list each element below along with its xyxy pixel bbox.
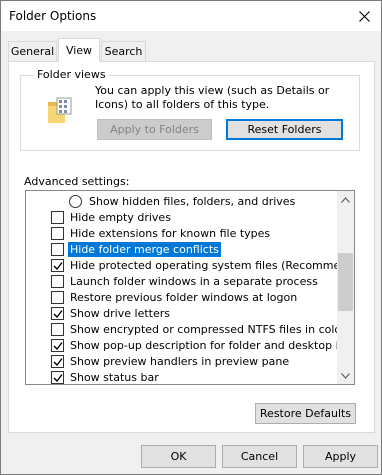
list-item-label: Launch folder windows in a separate proc… — [70, 275, 318, 288]
list-item-show-hidden[interactable]: Show hidden files, folders, and drives — [26, 193, 338, 210]
list-item-show-encrypted-color[interactable]: Show encrypted or compressed NTFS files … — [26, 321, 346, 338]
list-item-label: Show preview handlers in preview pane — [70, 355, 290, 368]
button-label: Reset Folders — [247, 123, 322, 136]
checkmark-icon — [53, 358, 63, 367]
close-button[interactable] — [347, 1, 381, 31]
title-bar: Folder Options — [1, 1, 381, 31]
checkbox[interactable] — [51, 307, 64, 320]
checkmark-icon — [53, 374, 63, 383]
restore-defaults-button[interactable]: Restore Defaults — [255, 403, 356, 424]
list-item-label: Show drive letters — [70, 307, 170, 320]
button-label: Apply — [324, 450, 357, 463]
tab-general[interactable]: General — [8, 41, 57, 61]
list-item-hide-protected-files[interactable]: Hide protected operating system files (R… — [26, 257, 354, 274]
checkbox[interactable] — [51, 275, 64, 288]
list-item-label: Show status bar — [70, 371, 159, 384]
list-item-label: Show encrypted or compressed NTFS files … — [70, 323, 346, 336]
list-item-show-popup-description[interactable]: Show pop-up description for folder and d… — [26, 337, 354, 354]
reset-folders-button[interactable]: Reset Folders — [226, 119, 343, 140]
tab-label: General — [10, 45, 55, 58]
checkmark-icon — [53, 262, 63, 271]
list-item-hide-merge-conflicts[interactable]: Hide folder merge conflicts — [26, 241, 338, 258]
tab-label: View — [65, 43, 93, 57]
advanced-settings-label: Advanced settings: — [24, 175, 130, 188]
folder-views-legend: Folder views — [34, 68, 109, 81]
checkbox[interactable] — [51, 339, 64, 352]
list-item-label: Hide empty drives — [70, 211, 171, 224]
chevron-up-icon — [341, 196, 350, 203]
list-item-show-drive-letters[interactable]: Show drive letters — [26, 305, 338, 322]
vertical-scrollbar[interactable] — [337, 191, 354, 384]
apply-button[interactable]: Apply — [303, 445, 378, 468]
checkbox[interactable] — [51, 259, 64, 272]
checkbox[interactable] — [51, 323, 64, 336]
folder-views-description: You can apply this view (such as Details… — [95, 84, 330, 111]
list-item-label: Show hidden files, folders, and drives — [89, 195, 296, 208]
tab-search[interactable]: Search — [101, 41, 146, 61]
scroll-thumb[interactable] — [338, 253, 353, 311]
checkmark-icon — [53, 342, 63, 351]
chevron-down-icon — [341, 372, 350, 379]
list-item-label: Hide folder merge conflicts — [68, 242, 221, 257]
tab-label: Search — [104, 45, 143, 58]
list-item-show-status-bar[interactable]: Show status bar — [26, 369, 338, 384]
list-item-hide-empty-drives[interactable]: Hide empty drives — [26, 209, 338, 226]
button-label: Restore Defaults — [259, 407, 352, 420]
list-item-show-preview-handlers[interactable]: Show preview handlers in preview pane — [26, 353, 338, 370]
list-item-label: Hide extensions for known file types — [70, 227, 271, 240]
list-item-hide-extensions[interactable]: Hide extensions for known file types — [26, 225, 338, 242]
tab-view[interactable]: View — [58, 38, 100, 62]
checkbox[interactable] — [51, 371, 64, 384]
checkmark-icon — [53, 310, 63, 319]
folder-icon — [45, 96, 75, 129]
list-item-launch-separate-process[interactable]: Launch folder windows in a separate proc… — [26, 273, 338, 290]
cancel-button[interactable]: Cancel — [222, 445, 297, 468]
list-item-label: Restore previous folder windows at logon — [70, 291, 298, 304]
button-label: OK — [170, 450, 187, 463]
close-icon — [358, 10, 370, 22]
checkbox[interactable] — [51, 355, 64, 368]
list-item-label: Show pop-up description for folder and d… — [70, 339, 355, 352]
checkbox[interactable] — [51, 227, 64, 240]
list-item-restore-previous-windows[interactable]: Restore previous folder windows at logon — [26, 289, 338, 306]
button-label: Cancel — [240, 450, 279, 463]
list-item-label: Hide protected operating system files (R… — [70, 259, 355, 272]
advanced-settings-list[interactable]: Show hidden files, folders, and drives H… — [25, 190, 355, 385]
ok-button[interactable]: OK — [141, 445, 216, 468]
checkbox[interactable] — [51, 211, 64, 224]
scroll-up-button[interactable] — [337, 191, 354, 208]
apply-to-folders-button[interactable]: Apply to Folders — [97, 119, 212, 140]
radio-button[interactable] — [69, 195, 82, 208]
button-label: Apply to Folders — [110, 123, 199, 136]
folder-options-window: Folder Options General View Search Folde… — [0, 0, 382, 475]
scroll-down-button[interactable] — [337, 367, 354, 384]
window-title: Folder Options — [9, 9, 97, 23]
checkbox[interactable] — [51, 291, 64, 304]
checkbox[interactable] — [51, 243, 64, 256]
